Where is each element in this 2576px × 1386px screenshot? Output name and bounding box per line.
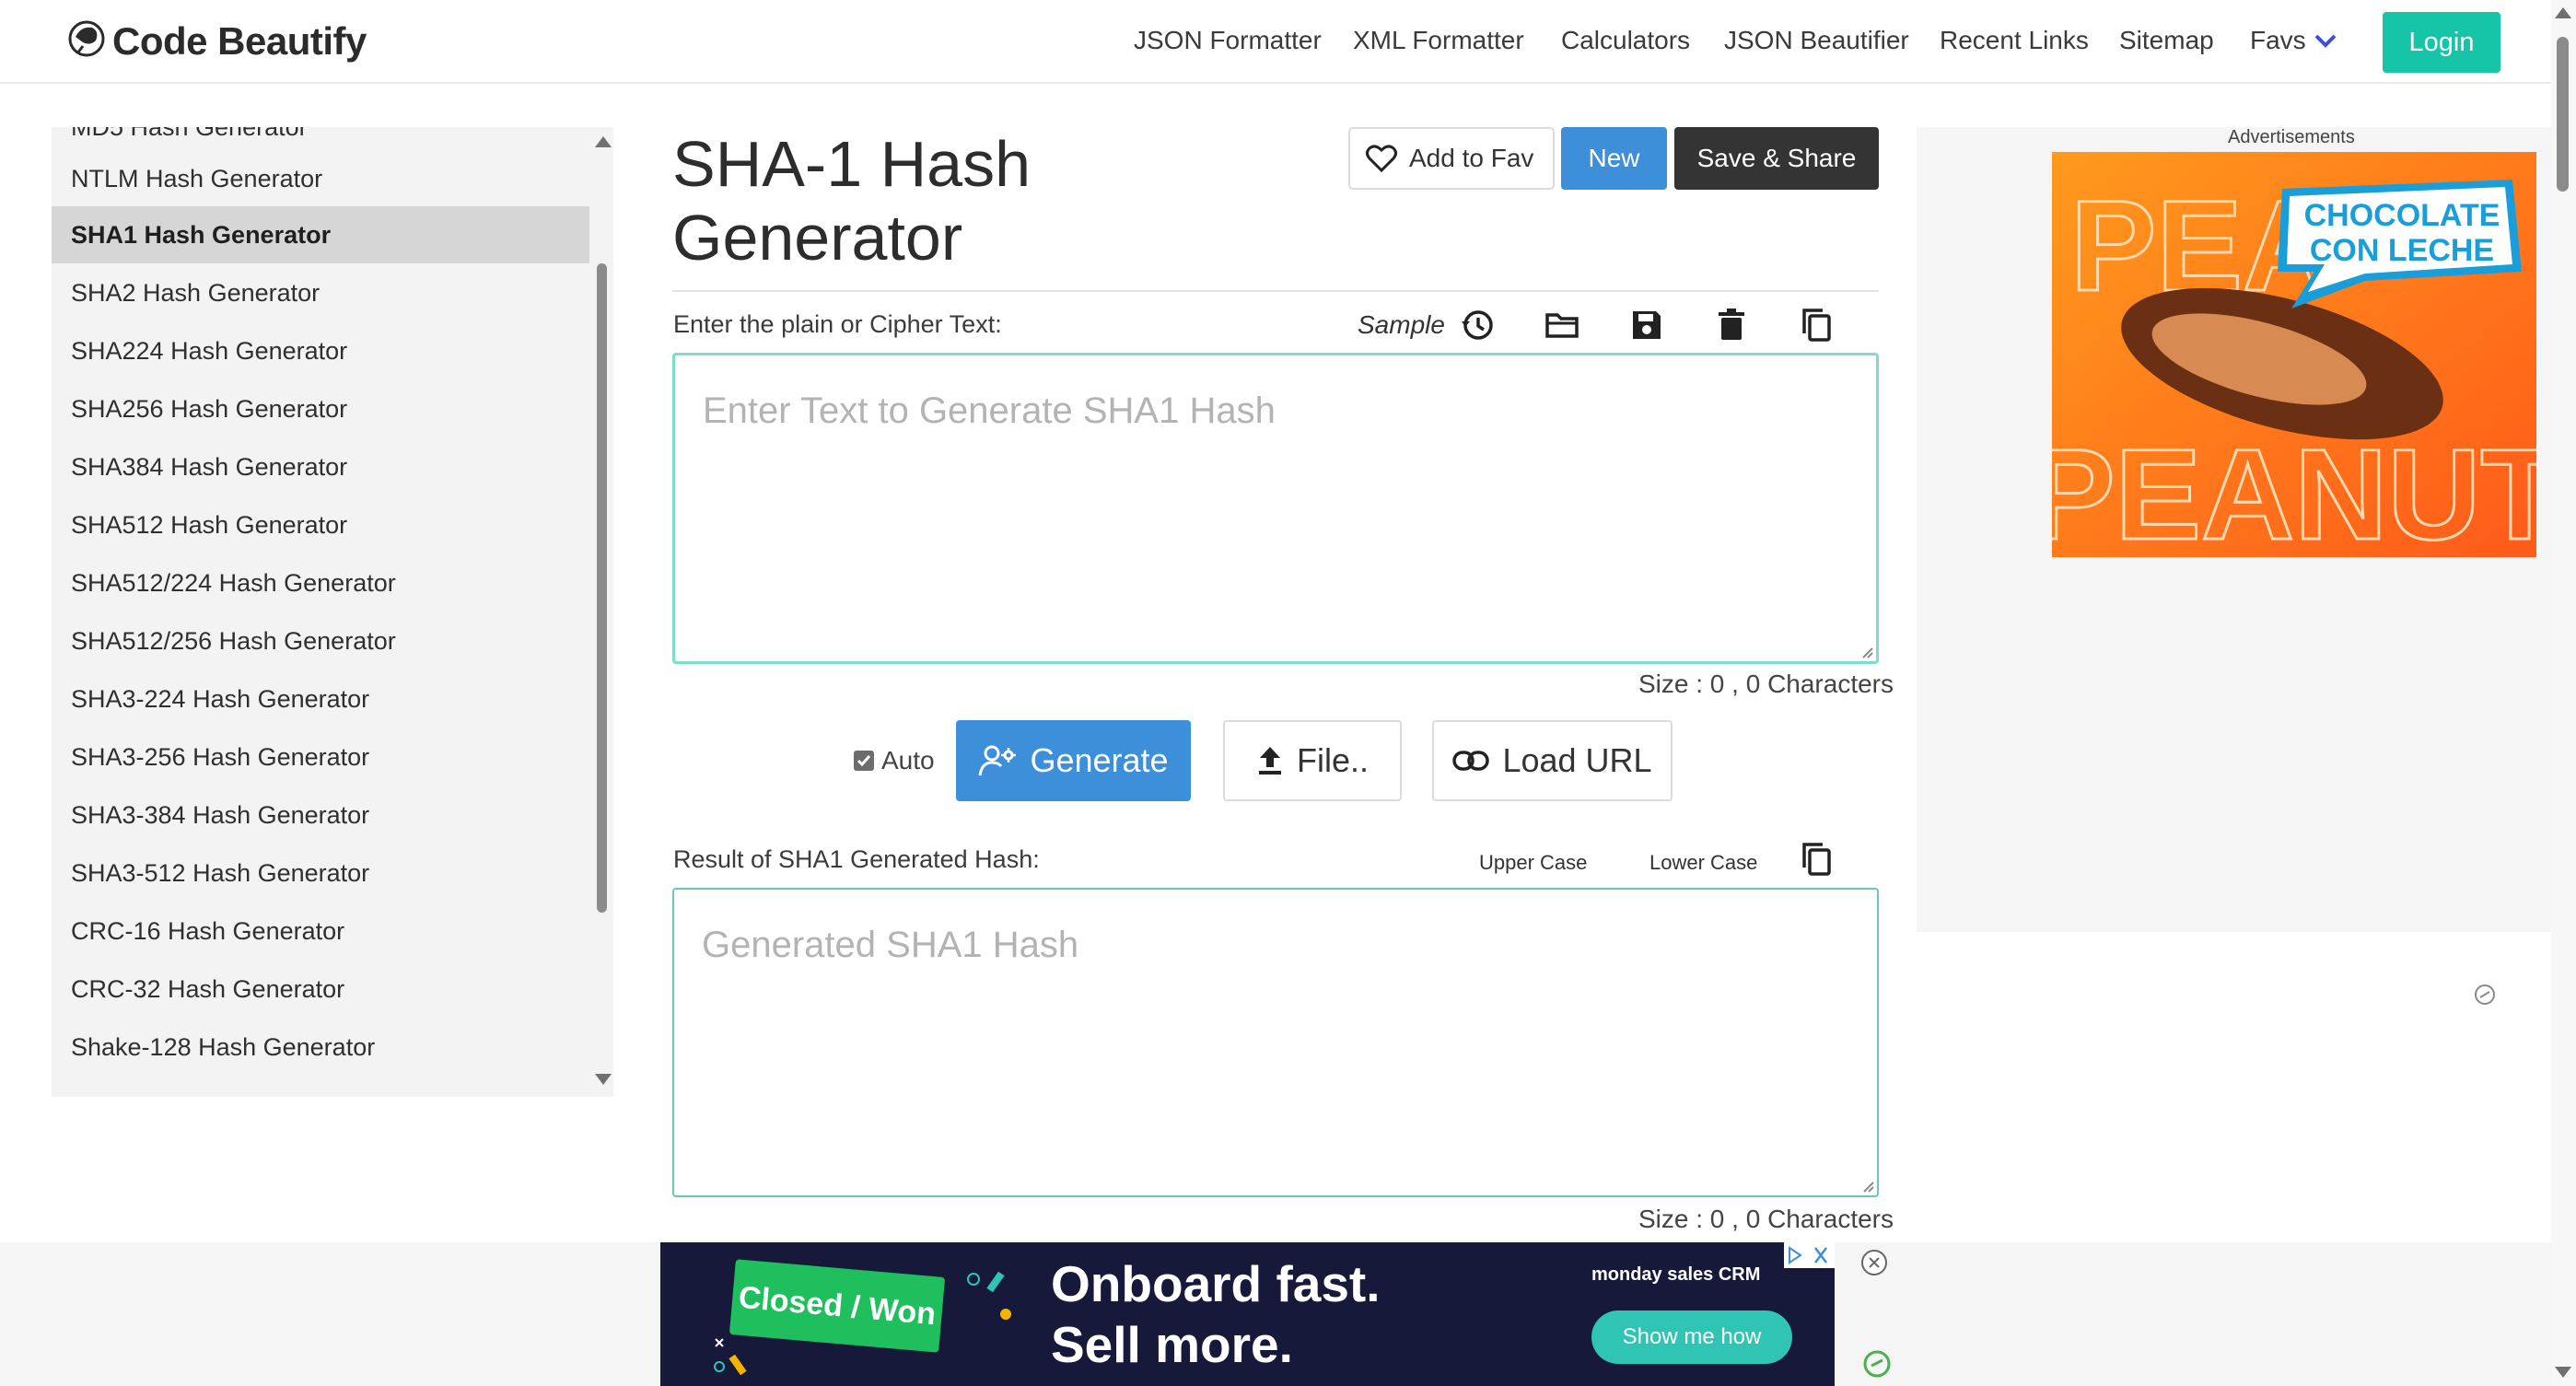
login-button[interactable]: Login bbox=[2383, 12, 2500, 73]
auto-label[interactable]: Auto bbox=[881, 746, 935, 775]
file-label: File.. bbox=[1296, 741, 1369, 779]
input-size-text: Size : 0 , 0 Characters bbox=[1638, 670, 1894, 698]
result-label: Result of SHA1 Generated Hash: bbox=[673, 845, 1040, 873]
result-size-text: Size : 0 , 0 Characters bbox=[1638, 1205, 1894, 1233]
resize-grip-icon[interactable] bbox=[1859, 644, 1873, 658]
hash-output[interactable]: Generated SHA1 Hash bbox=[672, 888, 1879, 1197]
ad-cta-button[interactable]: Show me how bbox=[1591, 1310, 1792, 1364]
sidebar-tool-list[interactable]: MD5 Hash Generator NTLM Hash Generator S… bbox=[52, 127, 613, 1097]
input-placeholder: Enter Text to Generate SHA1 Hash bbox=[703, 390, 1276, 431]
nav-json-formatter[interactable]: JSON Formatter bbox=[1134, 26, 1322, 55]
nav-json-beautifier[interactable]: JSON Beautifier bbox=[1724, 26, 1909, 55]
file-upload-button[interactable]: File.. bbox=[1223, 720, 1402, 801]
sidebar-item-ntlm[interactable]: NTLM Hash Generator bbox=[52, 150, 589, 207]
upload-icon bbox=[1258, 747, 1281, 775]
plain-text-input[interactable]: Enter Text to Generate SHA1 Hash bbox=[672, 353, 1879, 664]
peanut-ad-banner[interactable]: PEANUT PEA CHOCOLATE CON LECHE bbox=[2052, 152, 2536, 557]
copy-result-icon[interactable] bbox=[1798, 841, 1835, 878]
ad-choices-icon[interactable] bbox=[2474, 984, 2496, 1006]
page-scroll-thumb[interactable] bbox=[2557, 37, 2569, 192]
ad-headline-line-2: Sell more. bbox=[1051, 1316, 1293, 1373]
add-to-fav-button[interactable]: Add to Fav bbox=[1348, 127, 1555, 190]
ad-headline: Onboard fast. Sell more. bbox=[1051, 1253, 1381, 1375]
page-scroll-down-icon[interactable] bbox=[2555, 1367, 2571, 1378]
load-url-label: Load URL bbox=[1502, 741, 1652, 779]
link-icon bbox=[1452, 751, 1490, 771]
copy-icon[interactable] bbox=[1798, 307, 1835, 344]
sidebar-scroll-thumb[interactable] bbox=[597, 263, 607, 913]
ad-info-icon[interactable] bbox=[1784, 1242, 1835, 1268]
trash-icon[interactable] bbox=[1713, 307, 1750, 344]
sidebar-item-sha1[interactable]: SHA1 Hash Generator bbox=[52, 206, 589, 263]
ad-headline-line-1: Onboard fast. bbox=[1051, 1255, 1381, 1312]
nav-recent-links[interactable]: Recent Links bbox=[1940, 26, 2089, 55]
new-button[interactable]: New bbox=[1561, 127, 1667, 190]
sidebar-item-crc32[interactable]: CRC-32 Hash Generator bbox=[52, 961, 589, 1018]
bottom-ad-banner[interactable]: Closed / Won Onboard fast. Sell more. mo… bbox=[660, 1242, 1835, 1386]
ad-brand: monday sales CRM bbox=[1591, 1264, 1761, 1285]
page-title: SHA-1 Hash Generator bbox=[672, 128, 1032, 274]
page-scroll-up-icon[interactable] bbox=[2555, 7, 2571, 18]
sidebar-item-sha3-256[interactable]: SHA3-256 Hash Generator bbox=[52, 728, 589, 786]
add-to-fav-label: Add to Fav bbox=[1409, 144, 1534, 172]
generate-label: Generate bbox=[1030, 741, 1169, 779]
svg-text:CON LECHE: CON LECHE bbox=[2310, 233, 2494, 268]
ad-label: Advertisements bbox=[2228, 127, 2355, 147]
load-url-button[interactable]: Load URL bbox=[1432, 720, 1673, 801]
ad-choices-icon-bottom[interactable] bbox=[1862, 1349, 1892, 1379]
scroll-down-arrow-icon[interactable] bbox=[595, 1074, 612, 1085]
title-divider bbox=[672, 290, 1879, 292]
sidebar-item-sha512[interactable]: SHA512 Hash Generator bbox=[52, 496, 589, 553]
sidebar-item-sha384[interactable]: SHA384 Hash Generator bbox=[52, 438, 589, 495]
sidebar-item-shake128[interactable]: Shake-128 Hash Generator bbox=[52, 1019, 589, 1076]
confetti-icon bbox=[714, 1271, 1011, 1376]
sidebar-item-sha3-224[interactable]: SHA3-224 Hash Generator bbox=[52, 670, 589, 728]
sidebar-item-sha512-224[interactable]: SHA512/224 Hash Generator bbox=[52, 554, 589, 611]
check-icon bbox=[857, 755, 871, 767]
chevron-down-icon[interactable] bbox=[2314, 31, 2337, 50]
sidebar-item-sha512-256[interactable]: SHA512/256 Hash Generator bbox=[52, 612, 589, 670]
sidebar-item-sha224[interactable]: SHA224 Hash Generator bbox=[52, 322, 589, 379]
nav-favs[interactable]: Favs bbox=[2250, 26, 2306, 55]
top-navbar: Code Beautify JSON Formatter XML Formatt… bbox=[0, 0, 2576, 84]
save-icon[interactable] bbox=[1628, 307, 1665, 344]
sidebar-item-sha2[interactable]: SHA2 Hash Generator bbox=[52, 264, 589, 321]
result-placeholder: Generated SHA1 Hash bbox=[702, 925, 1079, 965]
nav-calculators[interactable]: Calculators bbox=[1561, 26, 1690, 55]
sample-link[interactable]: Sample bbox=[1358, 310, 1445, 340]
user-gear-icon bbox=[978, 745, 1017, 776]
generate-button[interactable]: Generate bbox=[956, 720, 1191, 801]
site-logo[interactable]: Code Beautify bbox=[64, 15, 367, 68]
close-ad-icon[interactable] bbox=[1859, 1248, 1889, 1277]
history-icon[interactable] bbox=[1459, 307, 1496, 344]
sidebar-item-crc16[interactable]: CRC-16 Hash Generator bbox=[52, 903, 589, 960]
resize-grip-icon[interactable] bbox=[1859, 1178, 1874, 1193]
ad-peanut-word: PEANUT bbox=[2052, 422, 2536, 557]
svg-text:CHOCOLATE: CHOCOLATE bbox=[2304, 198, 2500, 233]
nav-xml-formatter[interactable]: XML Formatter bbox=[1353, 26, 1524, 55]
auto-checkbox[interactable] bbox=[854, 751, 874, 771]
sidebar-item-sha3-384[interactable]: SHA3-384 Hash Generator bbox=[52, 786, 589, 844]
scroll-up-arrow-icon[interactable] bbox=[595, 136, 612, 147]
lower-case-link[interactable]: Lower Case bbox=[1649, 851, 1757, 875]
folder-open-icon[interactable] bbox=[1544, 307, 1580, 344]
save-share-button[interactable]: Save & Share bbox=[1674, 127, 1879, 190]
nav-sitemap[interactable]: Sitemap bbox=[2119, 26, 2214, 55]
logo-text: Code Beautify bbox=[112, 19, 367, 63]
page-scrollbar[interactable] bbox=[2551, 0, 2576, 1386]
logo-icon bbox=[68, 20, 105, 57]
sidebar-item-sha3-512[interactable]: SHA3-512 Hash Generator bbox=[52, 844, 589, 902]
sidebar-item-sha256[interactable]: SHA256 Hash Generator bbox=[52, 380, 589, 437]
upper-case-link[interactable]: Upper Case bbox=[1479, 851, 1587, 875]
input-label: Enter the plain or Cipher Text: bbox=[673, 310, 1002, 338]
heart-icon bbox=[1366, 145, 1397, 173]
